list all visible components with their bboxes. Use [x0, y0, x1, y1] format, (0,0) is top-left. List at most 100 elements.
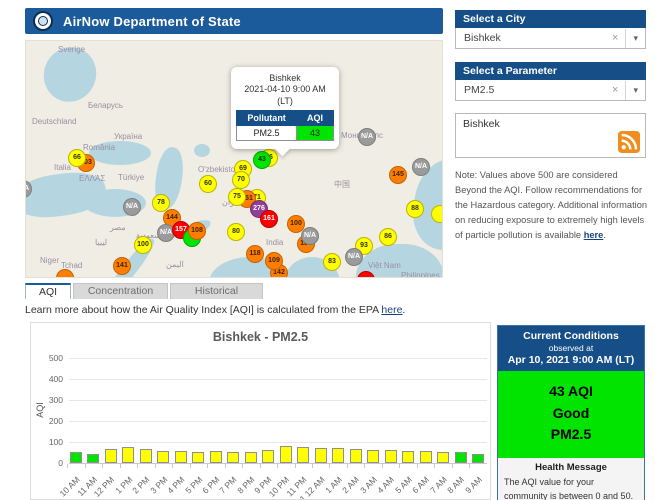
chart-x-tick-label: 5 AM	[393, 474, 414, 495]
observed-at-datetime: Apr 10, 2021 9:00 AM (LT)	[500, 354, 642, 366]
map-marker[interactable]: 145	[389, 166, 407, 184]
map-place-label: Niger	[40, 256, 59, 265]
chart-bar[interactable]	[70, 452, 82, 463]
map-marker[interactable]: N/A	[301, 227, 319, 245]
chart-bar[interactable]	[192, 452, 204, 463]
chart-x-tick	[120, 464, 121, 468]
popup-col-pollutant: Pollutant	[237, 110, 297, 125]
popup-datetime: 2021-04-10 9:00 AM	[236, 84, 334, 95]
popup-city: Bishkek	[236, 73, 334, 84]
chart-x-tick	[85, 464, 86, 468]
chart-x-tick	[190, 464, 191, 468]
current-conditions-header: Current Conditions observed at Apr 10, 2…	[498, 326, 644, 371]
chart-bar[interactable]	[245, 452, 257, 463]
map-marker[interactable]: N/A	[345, 248, 363, 266]
chart-bar[interactable]	[385, 450, 397, 463]
chart-bar[interactable]	[437, 452, 449, 463]
chart-y-tick-label: 500	[33, 353, 63, 363]
chart-bar[interactable]	[105, 449, 117, 463]
chart-y-tick-label: 300	[33, 395, 63, 405]
map-marker[interactable]: 161	[260, 210, 278, 228]
chart-bar[interactable]	[262, 450, 274, 463]
chart-bar[interactable]	[280, 446, 292, 463]
chart-x-tick-label: 4 AM	[375, 474, 396, 495]
map-marker[interactable]	[431, 205, 443, 223]
health-message-block: Health Message The AQI value for your co…	[498, 458, 644, 500]
chart-bar[interactable]	[455, 452, 467, 463]
map-marker[interactable]: 80	[227, 223, 245, 241]
map-marker[interactable]: N/A	[358, 128, 376, 146]
chart-x-tick-label: 8 AM	[445, 474, 466, 495]
chart-x-tick	[172, 464, 173, 468]
map-marker[interactable]: 88	[406, 200, 424, 218]
chart-bar[interactable]	[122, 447, 134, 463]
rss-icon[interactable]	[618, 131, 640, 153]
note-suffix: .	[603, 230, 606, 240]
tab-concentration[interactable]: Concentration	[73, 283, 168, 299]
dropdown-caret-icon[interactable]: ▾	[626, 33, 645, 44]
chart-x-tick	[102, 464, 103, 468]
chart-bar[interactable]	[420, 451, 432, 463]
chart-x-tick	[399, 464, 400, 468]
map-place-label: ليبيا	[95, 238, 107, 247]
map-marker[interactable]: 108	[188, 222, 206, 240]
popup-col-aqi: AQI	[297, 110, 334, 125]
city-select-value: Bishkek	[464, 32, 605, 44]
map-marker[interactable]	[56, 269, 74, 278]
health-message-title: Health Message	[498, 458, 644, 476]
map-popup: Bishkek 2021-04-10 9:00 AM (LT) Pollutan…	[231, 67, 339, 149]
epa-link[interactable]: here	[381, 304, 402, 316]
map-marker[interactable]: N/A	[123, 198, 141, 216]
parameter-select-header: Select a Parameter	[455, 62, 646, 80]
chart-x-tick-label: 1 AM	[323, 474, 344, 495]
tab-aqi[interactable]: AQI	[25, 283, 71, 299]
chart-x-tick-label: 7 AM	[428, 474, 449, 495]
map-marker[interactable]: 141	[113, 257, 131, 275]
chart-x-tick	[207, 464, 208, 468]
map-marker[interactable]: N/A	[412, 158, 430, 176]
chart-bar[interactable]	[210, 451, 222, 463]
chart-bar[interactable]	[315, 448, 327, 463]
chart-bar[interactable]	[157, 451, 169, 463]
note-link[interactable]: here	[584, 230, 604, 240]
chart-bar[interactable]	[297, 447, 309, 463]
chart-x-tick-label: 3 PM	[148, 474, 169, 495]
current-conditions-title: Current Conditions	[500, 330, 642, 342]
map-marker[interactable]: 43	[253, 151, 271, 169]
learn-more-prefix: Learn more about how the Air Quality Ind…	[25, 304, 381, 316]
map-marker[interactable]: 83	[323, 253, 341, 271]
current-aqi-block: 43 AQI Good PM2.5	[498, 371, 644, 458]
map-marker[interactable]: 118	[246, 245, 264, 263]
chart-x-tick	[329, 464, 330, 468]
parameter-select[interactable]: PM2.5 × ▾	[455, 80, 646, 101]
chart-bar[interactable]	[227, 452, 239, 463]
chart-bar[interactable]	[472, 454, 484, 463]
map-marker[interactable]: 75	[228, 188, 246, 206]
chart-bar[interactable]	[140, 449, 152, 463]
chart-x-tick	[225, 464, 226, 468]
clear-icon[interactable]: ×	[605, 81, 626, 100]
chart-bar[interactable]	[175, 451, 187, 463]
map-marker[interactable]: 70	[232, 171, 250, 189]
popup-timezone: (LT)	[236, 96, 334, 107]
chart-x-tick-label: 2 AM	[340, 474, 361, 495]
map-marker[interactable]: 109	[265, 252, 283, 270]
map-place-label: مصر	[110, 223, 126, 232]
sea-shape	[194, 144, 210, 157]
map-marker[interactable]: 66	[68, 149, 86, 167]
clear-icon[interactable]: ×	[605, 29, 626, 48]
map-place-label: India	[266, 238, 283, 247]
chart-gridline	[69, 358, 487, 359]
chart-bar[interactable]	[402, 451, 414, 463]
chart-bar[interactable]	[87, 454, 99, 463]
chart-bar[interactable]	[367, 450, 379, 463]
aqi-map[interactable]: SverigeБеларусьDeutschlandУкраїнаRomânia…	[25, 40, 443, 278]
chart-bar[interactable]	[350, 449, 362, 463]
map-marker[interactable]: 100	[134, 236, 152, 254]
map-marker[interactable]: 86	[379, 228, 397, 246]
chart-bar[interactable]	[332, 448, 344, 463]
dropdown-caret-icon[interactable]: ▾	[626, 85, 645, 96]
map-marker[interactable]: 60	[199, 175, 217, 193]
tab-historical[interactable]: Historical	[170, 283, 263, 299]
city-select[interactable]: Bishkek × ▾	[455, 28, 646, 49]
